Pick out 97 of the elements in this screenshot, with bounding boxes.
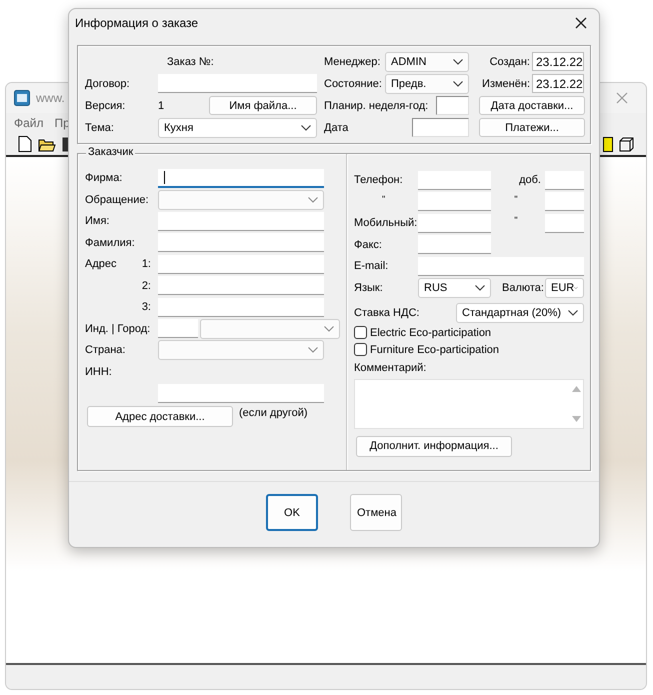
field-label: Менеджер:: [324, 54, 382, 68]
new-document-icon[interactable]: [18, 136, 32, 152]
field-label: Валюта:: [501, 280, 545, 294]
field-label: Состояние:: [324, 76, 383, 90]
phone-field[interactable]: [418, 170, 491, 190]
line-number-label: 2:: [142, 278, 151, 292]
group-legend: Заказчик: [86, 146, 136, 158]
field-label: ": [513, 192, 519, 206]
currency-select[interactable]: EUR: [545, 278, 584, 298]
chevron-down-icon: [324, 326, 334, 332]
comment-field[interactable]: [354, 378, 584, 428]
folder-icon[interactable]: [38, 136, 56, 152]
close-icon[interactable]: [575, 17, 587, 29]
extension-field[interactable]: [545, 192, 584, 211]
field-label: доб.: [518, 173, 542, 187]
status-select[interactable]: Предв.: [385, 74, 469, 94]
window-title: www.: [36, 91, 65, 105]
line-number-label: 3:: [142, 300, 151, 314]
field-label: Комментарий:: [354, 360, 428, 374]
first-name-field[interactable]: [158, 212, 324, 230]
field-label: Телефон:: [354, 173, 404, 187]
chevron-down-icon: [308, 196, 318, 202]
order-number-label: Заказ №:: [166, 54, 215, 68]
cancel-button[interactable]: Отмена: [350, 494, 402, 531]
text-cursor: [164, 170, 165, 184]
more-info-button[interactable]: Дополнит. информация...: [356, 436, 512, 456]
scroll-down-icon[interactable]: [572, 416, 580, 422]
last-name-field[interactable]: [158, 233, 324, 252]
address-field[interactable]: [158, 298, 324, 316]
field-label: Страна:: [85, 343, 126, 357]
delivery-date-button[interactable]: Дата доставки...: [479, 96, 585, 115]
version-value: 1: [158, 98, 164, 112]
field-label: Фирма:: [85, 171, 124, 185]
menu-item[interactable]: Файл: [14, 116, 44, 130]
checkbox-label: Furniture Eco-participation: [370, 342, 500, 356]
field-label: Ставка НДС:: [354, 306, 420, 320]
checkbox[interactable]: [354, 343, 367, 356]
country-select[interactable]: [158, 340, 324, 360]
field-label: Адрес: [85, 257, 116, 271]
scroll-up-icon[interactable]: [572, 386, 580, 392]
field-label: Изменён:: [481, 76, 531, 90]
checkbox[interactable]: [354, 326, 367, 339]
date-field[interactable]: [412, 118, 469, 137]
cube-icon[interactable]: [619, 136, 634, 152]
ok-button[interactable]: OK: [266, 494, 318, 531]
chevron-down-icon: [308, 347, 318, 353]
field-label: Договор:: [85, 76, 131, 90]
chevron-down-icon: [301, 124, 311, 130]
phone-field[interactable]: [418, 214, 491, 232]
field-label: Планир. неделя-год:: [324, 98, 428, 112]
filename-button[interactable]: Имя файла...: [209, 96, 317, 115]
checkbox-label: Electric Eco-participation: [370, 326, 492, 340]
chevron-down-icon: [453, 80, 463, 86]
fax-field[interactable]: [418, 235, 491, 254]
phone-field[interactable]: [418, 192, 491, 211]
field-label: ": [381, 192, 386, 206]
manager-select[interactable]: ADMIN: [385, 52, 469, 72]
app-logo-icon: [14, 90, 30, 106]
chevron-down-icon: [568, 310, 578, 316]
square-icon[interactable]: [603, 136, 613, 152]
planned-week-field[interactable]: [436, 96, 469, 115]
extension-field[interactable]: [545, 214, 584, 232]
contract-field[interactable]: [158, 74, 317, 93]
payments-button[interactable]: Платежи...: [479, 118, 585, 137]
postcode-field[interactable]: [158, 318, 198, 338]
field-label: Версия:: [85, 98, 126, 112]
address-field[interactable]: [158, 254, 324, 274]
delivery-note: (если другой): [239, 406, 308, 420]
field-label: Мобильный:: [354, 216, 418, 230]
email-field[interactable]: [418, 256, 584, 276]
theme-select[interactable]: Кухня: [158, 118, 317, 138]
field-label: Язык:: [354, 280, 384, 294]
field-label: Имя:: [85, 214, 110, 228]
extension-field[interactable]: [545, 170, 584, 190]
field-label: Тема:: [85, 120, 115, 134]
created-date-field[interactable]: 23.12.22: [532, 52, 584, 71]
field-label: ИНН:: [85, 364, 113, 378]
field-label: Дата: [324, 120, 348, 134]
field-label: ": [513, 214, 519, 227]
field-label: Инд. | Город:: [85, 322, 152, 336]
field-label: Факс:: [354, 238, 383, 252]
delivery-address-button[interactable]: Адрес доставки...: [87, 406, 233, 427]
language-select[interactable]: RUS: [418, 278, 491, 298]
city-select[interactable]: [200, 318, 340, 338]
dialog-title: Информация о заказе: [75, 16, 198, 30]
field-label: Обращение:: [85, 192, 150, 206]
chevron-down-icon: [475, 284, 485, 290]
field-label: E-mail:: [354, 259, 390, 273]
modified-date-field[interactable]: 23.12.22: [532, 74, 584, 93]
field-label: Создан:: [488, 54, 531, 68]
inn-field[interactable]: [158, 384, 324, 402]
address-field[interactable]: [158, 276, 324, 295]
firm-field[interactable]: [158, 168, 324, 188]
field-label: Фамилия:: [85, 236, 136, 250]
vat-rate-select[interactable]: Стандартная (20%): [456, 302, 584, 322]
line-number-label: 1:: [142, 257, 151, 271]
chevron-down-icon: [453, 58, 463, 64]
